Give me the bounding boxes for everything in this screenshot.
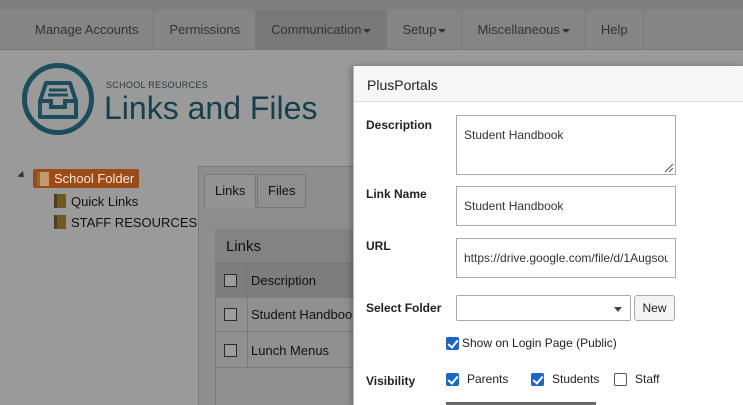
show-on-login-label[interactable]: Show on Login Page (Public) (462, 336, 617, 350)
inbox-tray-icon (22, 63, 94, 135)
page-subtitle: SCHOOL RESOURCES (106, 80, 208, 90)
column-divider (247, 264, 248, 369)
row-checkbox[interactable] (224, 344, 237, 357)
chevron-down-icon (438, 28, 447, 33)
nav-manage-accounts[interactable]: Manage Accounts (20, 10, 155, 50)
tab-links[interactable]: Links (204, 174, 257, 208)
url-label: URL (366, 239, 391, 253)
folder-select[interactable] (456, 295, 631, 321)
nav-label: Setup (402, 22, 437, 37)
parents-label[interactable]: Parents (467, 372, 508, 386)
row-checkbox[interactable] (224, 308, 237, 321)
main-navigation: Manage Accounts Permissions Communicatio… (0, 10, 743, 50)
nav-setup[interactable]: Setup (387, 10, 463, 50)
description-label: Description (366, 118, 433, 132)
nav-label: Communication (271, 22, 362, 37)
nav-label: Manage Accounts (35, 22, 139, 37)
page-title: Links and Files (104, 90, 318, 126)
nav-permissions[interactable]: Permissions (154, 10, 257, 50)
tab-files[interactable]: Files (257, 174, 307, 208)
tab-label: Links (215, 183, 246, 198)
parents-checkbox[interactable] (446, 373, 459, 386)
tree-item-school-folder[interactable]: School Folder (33, 169, 140, 188)
tree-item-quick-links[interactable]: Quick Links (54, 192, 138, 210)
nav-label: Help (600, 22, 628, 37)
staff-checkbox[interactable] (614, 373, 627, 386)
row-description: Student Handbook (251, 307, 359, 322)
chevron-down-icon (363, 28, 372, 33)
new-folder-button[interactable]: New (634, 295, 675, 321)
dialog-header: PlusPortals (354, 66, 743, 102)
staff-label[interactable]: Staff (635, 372, 659, 386)
row-description: Lunch Menus (251, 343, 330, 358)
show-on-login-checkbox[interactable] (446, 337, 459, 350)
folder-icon (54, 194, 66, 208)
link-name-field[interactable] (456, 186, 676, 226)
tab-label: Files (268, 183, 296, 198)
top-strip (0, 0, 743, 10)
students-checkbox[interactable] (531, 373, 544, 386)
tree-item-staff-resources[interactable]: STAFF RESOURCES (54, 213, 197, 231)
tree-item-label: Quick Links (71, 193, 139, 209)
folder-icon (54, 215, 66, 229)
chevron-down-icon (614, 307, 622, 312)
link-name-label: Link Name (366, 187, 427, 201)
chevron-down-icon (561, 28, 570, 33)
nav-help[interactable]: Help (586, 10, 644, 50)
description-field[interactable]: Student Handbook (456, 115, 676, 175)
nav-label: Miscellaneous (477, 22, 560, 37)
select-folder-label: Select Folder (366, 301, 442, 315)
plusportals-dialog: PlusPortals Description Student Handbook… (353, 66, 743, 405)
nav-communication[interactable]: Communication (256, 10, 388, 50)
url-field[interactable] (456, 238, 676, 278)
nav-label: Permissions (169, 22, 241, 37)
select-all-checkbox[interactable] (224, 274, 237, 287)
tree-item-label: STAFF RESOURCES (71, 214, 198, 230)
students-label[interactable]: Students (552, 372, 599, 386)
nav-miscellaneous[interactable]: Miscellaneous (462, 10, 586, 50)
tree-collapse-icon[interactable] (17, 170, 27, 181)
tree-item-label: School Folder (54, 171, 135, 186)
folder-icon (37, 171, 49, 186)
visibility-label: Visibility (366, 374, 416, 388)
column-header-description[interactable]: Description (251, 273, 316, 288)
dialog-title: PlusPortals (367, 77, 438, 93)
